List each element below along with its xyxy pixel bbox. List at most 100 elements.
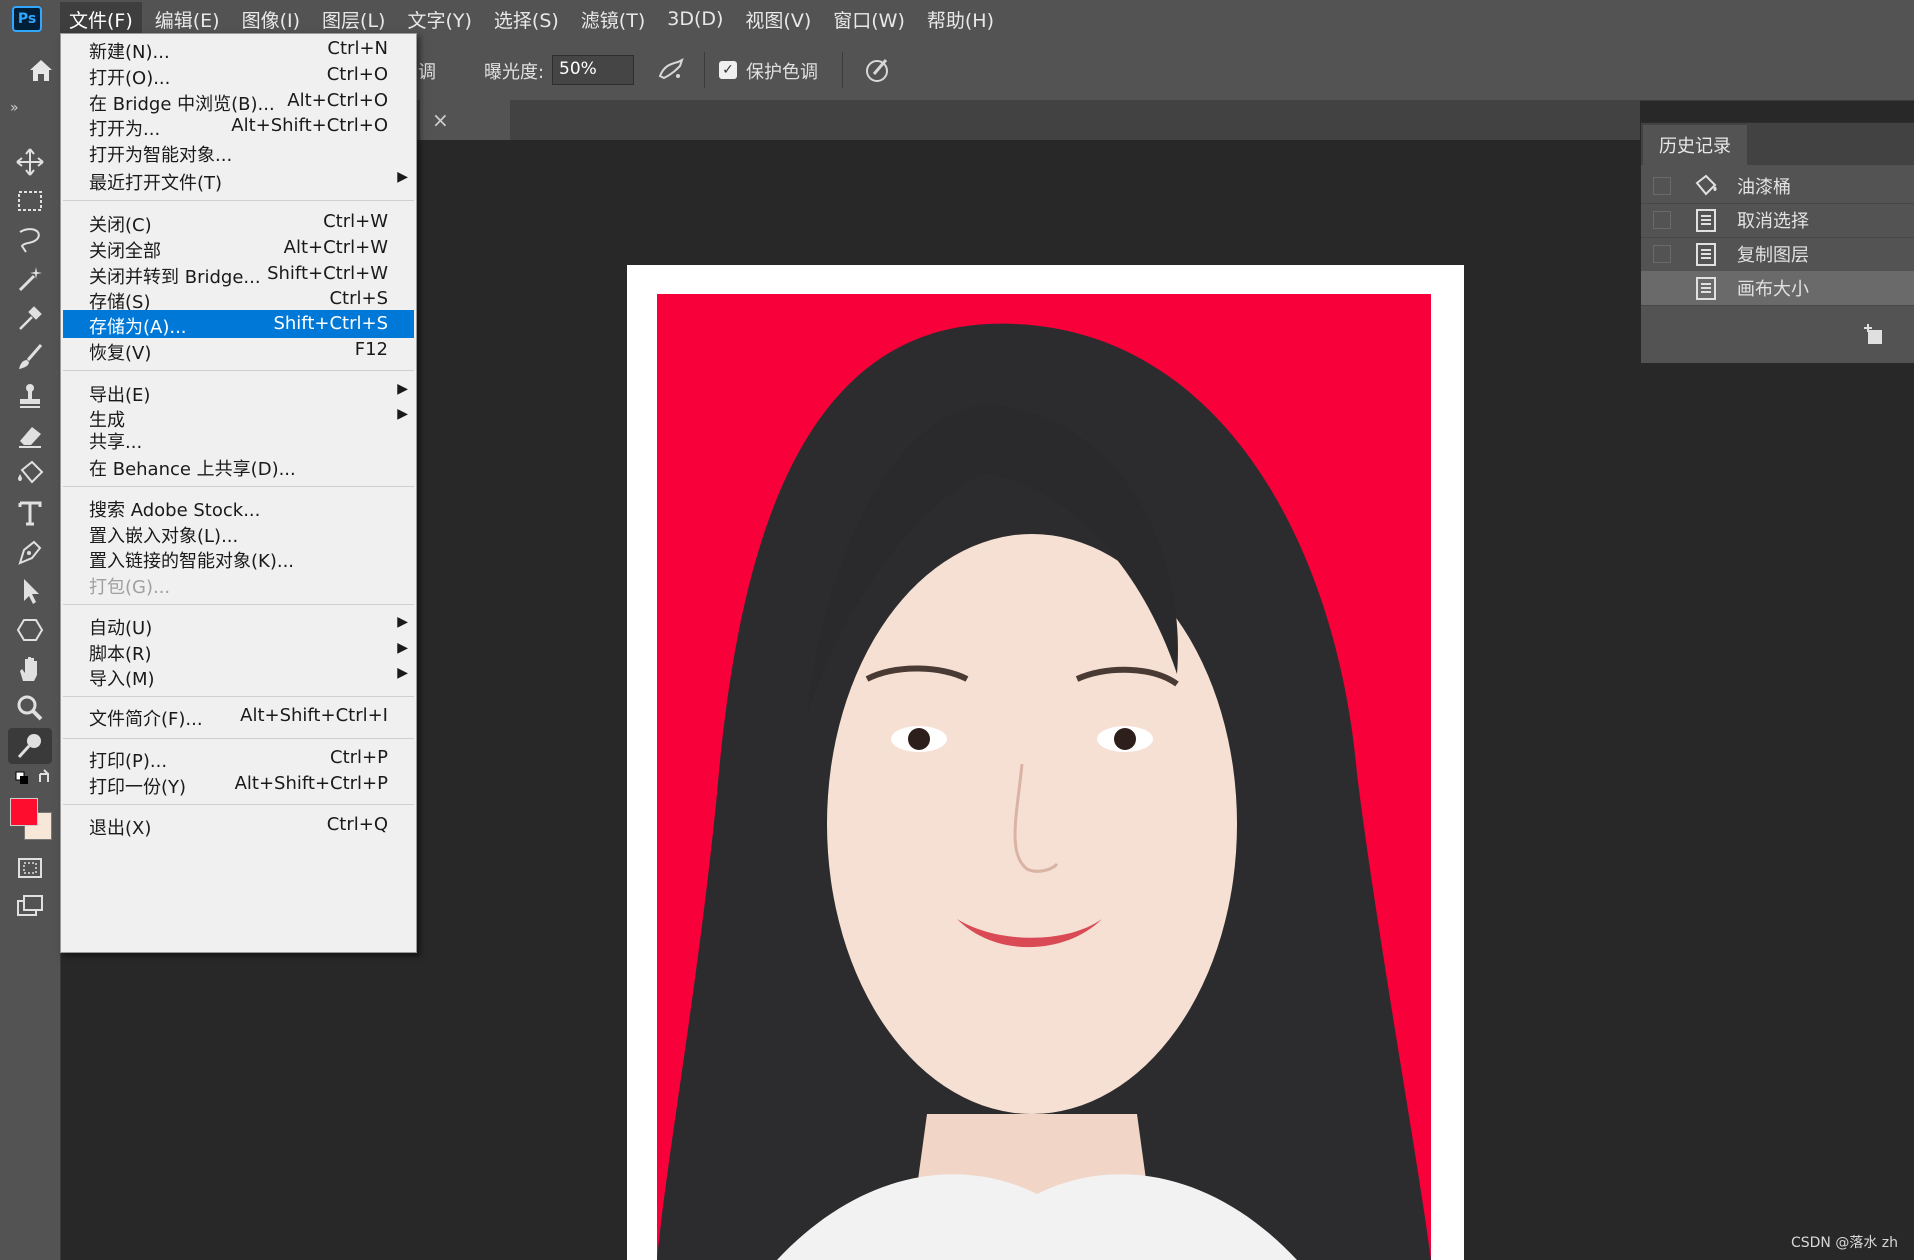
menu-layer[interactable]: 图层(L) xyxy=(313,2,394,37)
airbrush-icon[interactable] xyxy=(656,56,686,84)
menu-3d[interactable]: 3D(D) xyxy=(658,4,732,34)
tab-history[interactable]: 历史记录 xyxy=(1643,125,1747,165)
path-selection-icon[interactable] xyxy=(14,575,46,607)
menu-item-print[interactable]: 打印(P)... Ctrl+P xyxy=(63,744,414,772)
menu-item-revert[interactable]: 恢复(V) F12 xyxy=(63,336,414,364)
menu-filter[interactable]: 滤镜(T) xyxy=(572,2,654,37)
submenu-arrow-icon: ▶ xyxy=(397,640,408,656)
menu-item-close[interactable]: 关闭(C) Ctrl+W xyxy=(63,208,414,236)
menu-item-import[interactable]: 导入(M) ▶ xyxy=(63,662,414,690)
menu-item-save-as[interactable]: 存储为(A)... Shift+Ctrl+S xyxy=(63,310,414,338)
exposure-label: 曝光度: xyxy=(484,62,545,83)
menu-file[interactable]: 文件(F) xyxy=(60,1,142,37)
history-checkbox[interactable] xyxy=(1653,279,1671,297)
eraser-tool-icon[interactable] xyxy=(14,419,46,451)
new-document-from-state-icon[interactable] xyxy=(1862,324,1886,348)
submenu-arrow-icon: ▶ xyxy=(397,169,408,185)
move-tool-icon[interactable] xyxy=(14,146,46,178)
menu-item-open-smart-object[interactable]: 打开为智能对象... xyxy=(63,138,414,166)
history-checkbox[interactable] xyxy=(1653,211,1671,229)
menu-separator xyxy=(63,804,414,805)
menu-item-package: 打包(G)... xyxy=(89,577,171,598)
history-item[interactable]: 复制图层 xyxy=(1641,237,1914,272)
photoshop-logo[interactable]: Ps xyxy=(12,6,42,32)
menu-item-save[interactable]: 存储(S) Ctrl+S xyxy=(63,285,414,313)
menu-item-place-linked[interactable]: 置入链接的智能对象(K)... xyxy=(63,544,414,572)
history-checkbox[interactable] xyxy=(1653,177,1671,195)
history-item-label: 复制图层 xyxy=(1737,245,1809,266)
document-icon xyxy=(1696,243,1716,266)
paint-bucket-icon[interactable] xyxy=(14,458,46,490)
menu-item-place-embedded[interactable]: 置入嵌入对象(L)... xyxy=(63,519,414,547)
portrait-photo[interactable] xyxy=(657,294,1431,1260)
menu-window[interactable]: 窗口(W) xyxy=(824,2,914,37)
pressure-size-icon[interactable] xyxy=(864,56,892,84)
magic-wand-icon[interactable] xyxy=(14,263,46,295)
screen-mode-icon[interactable] xyxy=(14,891,46,923)
document-icon xyxy=(1696,277,1716,300)
range-dropdown-partial[interactable]: 调 xyxy=(418,58,436,84)
menu-item-share-behance[interactable]: 在 Behance 上共享(D)... xyxy=(63,452,414,480)
hand-tool-icon[interactable] xyxy=(14,653,46,685)
history-checkbox[interactable] xyxy=(1653,245,1671,263)
submenu-arrow-icon: ▶ xyxy=(397,665,408,681)
brush-tool-icon[interactable] xyxy=(14,341,46,373)
zoom-tool-icon[interactable] xyxy=(14,692,46,724)
menu-item-file-info[interactable]: 文件简介(F)... Alt+Shift+Ctrl+I xyxy=(63,702,414,730)
eyedropper-icon[interactable] xyxy=(14,302,46,334)
menu-image[interactable]: 图像(I) xyxy=(233,2,309,37)
menu-item-open[interactable]: 打开(O)... Ctrl+O xyxy=(63,61,414,89)
menu-help[interactable]: 帮助(H) xyxy=(918,2,1003,37)
menu-item-share[interactable]: 共享... xyxy=(63,425,414,453)
history-item[interactable]: 油漆桶 xyxy=(1641,169,1914,204)
dodge-tool-icon[interactable] xyxy=(8,728,52,764)
menu-separator xyxy=(63,738,414,739)
home-icon[interactable] xyxy=(26,55,56,85)
menu-item-exit[interactable]: 退出(X) Ctrl+Q xyxy=(63,811,414,839)
shape-tool-icon[interactable] xyxy=(14,614,46,646)
menu-item-automate[interactable]: 自动(U) ▶ xyxy=(63,611,414,639)
foreground-color-swatch[interactable] xyxy=(10,798,38,826)
menu-item-recent-files[interactable]: 最近打开文件(T) ▶ xyxy=(63,166,414,194)
menu-item-print-one-copy[interactable]: 打印一份(Y) Alt+Shift+Ctrl+P xyxy=(63,770,414,798)
menu-item-scripts[interactable]: 脚本(R) ▶ xyxy=(63,637,414,665)
protect-tones-label: 保护色调 xyxy=(746,62,818,83)
menu-item-search-adobe-stock[interactable]: 搜索 Adobe Stock... xyxy=(63,493,414,521)
swap-colors-icon[interactable] xyxy=(14,768,54,800)
menu-separator xyxy=(63,486,414,487)
history-item[interactable]: 取消选择 xyxy=(1641,203,1914,238)
menu-item-new[interactable]: 新建(N)... Ctrl+N xyxy=(63,35,414,63)
tools-panel: » xyxy=(0,100,61,1260)
collapse-panel-icon[interactable]: » xyxy=(10,100,19,116)
menu-item-browse-bridge[interactable]: 在 Bridge 中浏览(B)... Alt+Ctrl+O xyxy=(63,87,414,115)
menu-separator xyxy=(63,370,414,371)
pen-tool-icon[interactable] xyxy=(14,536,46,568)
portrait-illustration xyxy=(657,323,1431,1260)
file-menu-dropdown: 新建(N)... Ctrl+N 打开(O)... Ctrl+O 在 Bridge 中… xyxy=(60,33,417,953)
menu-view[interactable]: 视图(V) xyxy=(736,2,820,37)
menu-item-close-go-bridge[interactable]: 关闭并转到 Bridge... Shift+Ctrl+W xyxy=(63,260,414,288)
menu-separator xyxy=(63,696,414,697)
quick-mask-icon[interactable] xyxy=(14,852,46,884)
lasso-tool-icon[interactable] xyxy=(14,224,46,256)
stamp-tool-icon[interactable] xyxy=(14,380,46,412)
history-item-label: 画布大小 xyxy=(1737,279,1809,300)
marquee-tool-icon[interactable] xyxy=(14,185,46,217)
exposure-input[interactable]: 50% xyxy=(552,55,634,85)
menu-select[interactable]: 选择(S) xyxy=(485,2,568,37)
protect-tones-checkbox[interactable]: ✓ xyxy=(719,61,737,79)
options-separator xyxy=(842,52,843,88)
menu-item-export[interactable]: 导出(E) ▶ xyxy=(63,378,414,406)
type-tool-icon[interactable] xyxy=(14,497,46,529)
menu-type[interactable]: 文字(Y) xyxy=(398,2,480,37)
submenu-arrow-icon: ▶ xyxy=(397,381,408,397)
history-item-current[interactable]: 画布大小 xyxy=(1641,271,1914,306)
watermark: CSDN @落水 zh xyxy=(1790,1235,1898,1251)
menu-edit[interactable]: 编辑(E) xyxy=(146,2,229,37)
close-icon[interactable]: × xyxy=(432,108,449,132)
history-item-label: 油漆桶 xyxy=(1737,177,1791,198)
menu-item-close-all[interactable]: 关闭全部 Alt+Ctrl+W xyxy=(63,234,414,262)
history-tab-bar: 历史记录 xyxy=(1641,123,1914,165)
menu-item-open-as[interactable]: 打开为... Alt+Shift+Ctrl+O xyxy=(63,112,414,140)
paint-bucket-icon xyxy=(1695,174,1717,196)
